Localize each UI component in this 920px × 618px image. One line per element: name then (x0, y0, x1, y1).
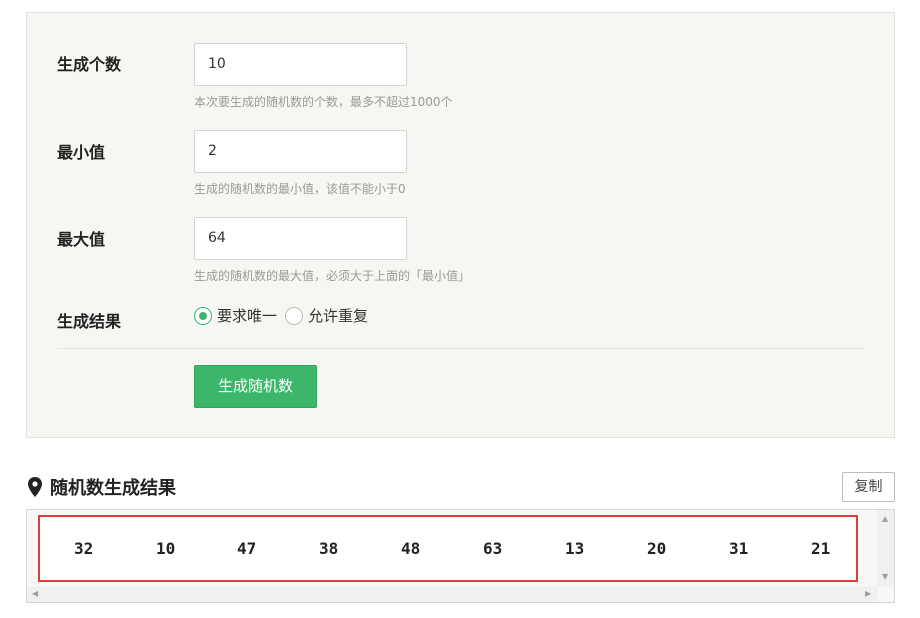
result-number: 38 (319, 539, 339, 558)
result-number: 63 (483, 539, 503, 558)
results-output-box[interactable]: 32 10 47 38 48 63 13 20 31 21 ▲ ▼ ◀ ▶ (26, 509, 895, 603)
result-number: 31 (729, 539, 749, 558)
result-number: 48 (401, 539, 421, 558)
result-mode-radio-group: 要求唯一 允许重复 (194, 305, 376, 326)
max-label: 最大值 (57, 230, 106, 249)
count-help-text: 本次要生成的随机数的个数，最多不超过1000个 (194, 95, 453, 109)
result-number: 32 (74, 539, 94, 558)
result-number: 13 (565, 539, 585, 558)
radio-checked-icon[interactable] (194, 306, 212, 325)
count-label: 生成个数 (57, 55, 122, 74)
min-input[interactable]: 2 (194, 130, 407, 173)
max-input[interactable]: 64 (194, 217, 407, 260)
numbers-highlight-frame: 32 10 47 38 48 63 13 20 31 21 (38, 515, 858, 582)
vertical-scrollbar[interactable]: ▲ ▼ (877, 510, 894, 587)
radio-unique-label: 要求唯一 (217, 307, 278, 325)
map-pin-icon (28, 477, 42, 497)
result-number: 21 (811, 539, 831, 558)
generator-form-panel: 生成个数 10 本次要生成的随机数的个数，最多不超过1000个 最小值 2 生成… (26, 12, 895, 438)
min-label: 最小值 (57, 143, 106, 162)
radio-allow-repeat[interactable]: 允许重复 (285, 305, 368, 326)
result-number: 47 (237, 539, 257, 558)
radio-unchecked-icon[interactable] (285, 306, 304, 325)
min-help-text: 生成的随机数的最小值，该值不能小于0 (194, 182, 406, 196)
horizontal-scrollbar[interactable]: ◀ ▶ (27, 586, 878, 602)
radio-allow-repeat-label: 允许重复 (308, 307, 369, 325)
scroll-right-arrow-icon[interactable]: ▶ (865, 590, 871, 598)
results-title: 随机数生成结果 (50, 478, 176, 499)
scroll-down-arrow-icon[interactable]: ▼ (882, 573, 888, 581)
result-number: 10 (156, 539, 176, 558)
form-divider (57, 348, 864, 349)
result-number: 20 (647, 539, 667, 558)
scroll-up-arrow-icon[interactable]: ▲ (882, 515, 888, 523)
radio-unique[interactable]: 要求唯一 (194, 305, 277, 326)
max-help-text: 生成的随机数的最大值，必须大于上面的「最小值」 (194, 269, 471, 283)
generate-button[interactable]: 生成随机数 (194, 365, 317, 408)
count-input[interactable]: 10 (194, 43, 407, 86)
scroll-left-arrow-icon[interactable]: ◀ (32, 590, 38, 598)
result-mode-label: 生成结果 (57, 312, 122, 331)
results-heading: 随机数生成结果 (26, 474, 176, 500)
copy-button[interactable]: 复制 (842, 472, 895, 502)
